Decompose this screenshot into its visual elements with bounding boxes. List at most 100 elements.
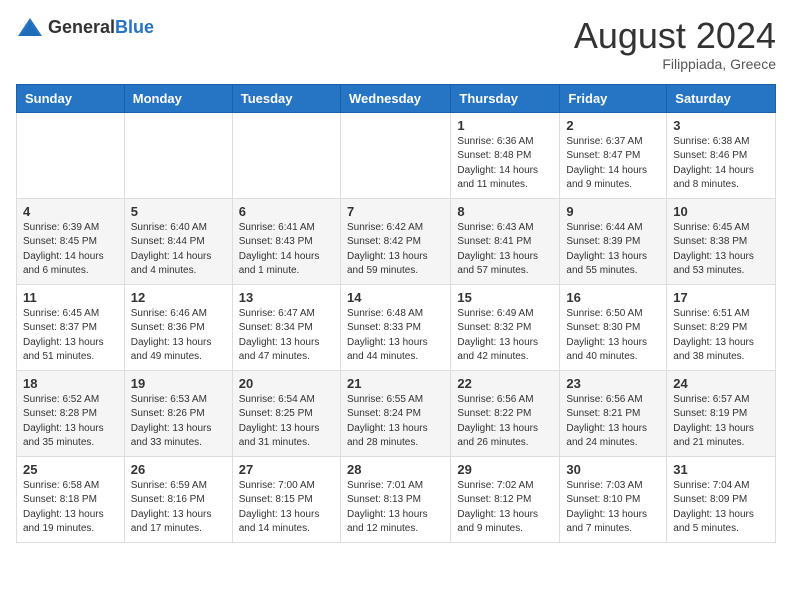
weekday-header-tuesday: Tuesday [232, 84, 340, 112]
calendar-cell: 5 Sunrise: 6:40 AM Sunset: 8:44 PM Daylig… [124, 198, 232, 284]
day-number: 27 [239, 462, 334, 477]
location: Filippiada, Greece [574, 56, 776, 72]
day-info: Sunrise: 6:59 AM Sunset: 8:16 PM Dayligh… [131, 479, 226, 537]
calendar-cell: 23 Sunrise: 6:56 AM Sunset: 8:21 PM Dayli… [560, 370, 667, 456]
calendar-cell: 28 Sunrise: 7:01 AM Sunset: 8:13 PM Dayli… [340, 456, 450, 542]
calendar-cell: 14Sunrise: 6:48 AM Sunset: 8:33 PM Dayli… [340, 284, 450, 370]
day-number: 18 [23, 376, 118, 391]
calendar-cell: 8 Sunrise: 6:43 AM Sunset: 8:41 PM Daylig… [451, 198, 560, 284]
day-number: 25 [23, 462, 118, 477]
day-number: 20 [239, 376, 334, 391]
calendar-cell: 18 Sunrise: 6:52 AM Sunset: 8:28 PM Dayli… [17, 370, 125, 456]
day-info: Sunrise: 6:50 AM Sunset: 8:30 PM Dayligh… [566, 307, 660, 365]
day-number: 16 [566, 290, 660, 305]
day-number: 15 [457, 290, 553, 305]
day-info: Sunrise: 7:02 AM Sunset: 8:12 PM Dayligh… [457, 479, 553, 537]
day-info: Sunrise: 6:37 AM Sunset: 8:47 PM Dayligh… [566, 135, 660, 193]
day-info: Sunrise: 6:51 AM Sunset: 8:29 PM Dayligh… [673, 307, 769, 365]
day-number: 17 [673, 290, 769, 305]
calendar-cell: 24 Sunrise: 6:57 AM Sunset: 8:19 PM Dayli… [667, 370, 776, 456]
day-number: 28 [347, 462, 444, 477]
day-info: Sunrise: 6:38 AM Sunset: 8:46 PM Dayligh… [673, 135, 769, 193]
calendar-cell: 27Sunrise: 7:00 AM Sunset: 8:15 PM Dayli… [232, 456, 340, 542]
title-block: August 2024 Filippiada, Greece [574, 16, 776, 72]
calendar-cell: 19 Sunrise: 6:53 AM Sunset: 8:26 PM Dayli… [124, 370, 232, 456]
weekday-header-monday: Monday [124, 84, 232, 112]
day-number: 2 [566, 118, 660, 133]
day-number: 22 [457, 376, 553, 391]
day-info: Sunrise: 7:01 AM Sunset: 8:13 PM Dayligh… [347, 479, 444, 537]
calendar-cell [340, 112, 450, 198]
calendar-cell: 13Sunrise: 6:47 AM Sunset: 8:34 PM Dayli… [232, 284, 340, 370]
day-number: 23 [566, 376, 660, 391]
day-number: 21 [347, 376, 444, 391]
day-info: Sunrise: 6:55 AM Sunset: 8:24 PM Dayligh… [347, 393, 444, 451]
calendar-cell: 31Sunrise: 7:04 AM Sunset: 8:09 PM Dayli… [667, 456, 776, 542]
day-number: 29 [457, 462, 553, 477]
calendar-week-2: 4Sunrise: 6:39 AM Sunset: 8:45 PM Daylig… [17, 198, 776, 284]
calendar-cell: 26Sunrise: 6:59 AM Sunset: 8:16 PM Dayli… [124, 456, 232, 542]
calendar-cell: 21 Sunrise: 6:55 AM Sunset: 8:24 PM Dayli… [340, 370, 450, 456]
day-info: Sunrise: 6:54 AM Sunset: 8:25 PM Dayligh… [239, 393, 334, 451]
calendar-cell: 30Sunrise: 7:03 AM Sunset: 8:10 PM Dayli… [560, 456, 667, 542]
day-number: 24 [673, 376, 769, 391]
day-info: Sunrise: 6:57 AM Sunset: 8:19 PM Dayligh… [673, 393, 769, 451]
day-info: Sunrise: 6:41 AM Sunset: 8:43 PM Dayligh… [239, 221, 334, 279]
weekday-header-friday: Friday [560, 84, 667, 112]
calendar-cell [17, 112, 125, 198]
calendar-cell [124, 112, 232, 198]
day-info: Sunrise: 6:46 AM Sunset: 8:36 PM Dayligh… [131, 307, 226, 365]
day-info: Sunrise: 6:36 AM Sunset: 8:48 PM Dayligh… [457, 135, 553, 193]
calendar-cell: 1Sunrise: 6:36 AM Sunset: 8:48 PM Daylig… [451, 112, 560, 198]
day-info: Sunrise: 6:56 AM Sunset: 8:22 PM Dayligh… [457, 393, 553, 451]
day-number: 12 [131, 290, 226, 305]
calendar-week-4: 18 Sunrise: 6:52 AM Sunset: 8:28 PM Dayli… [17, 370, 776, 456]
calendar-cell: 15 Sunrise: 6:49 AM Sunset: 8:32 PM Dayli… [451, 284, 560, 370]
day-number: 3 [673, 118, 769, 133]
day-number: 7 [347, 204, 444, 219]
day-info: Sunrise: 6:45 AM Sunset: 8:37 PM Dayligh… [23, 307, 118, 365]
calendar-cell: 3 Sunrise: 6:38 AM Sunset: 8:46 PM Daylig… [667, 112, 776, 198]
calendar-cell: 17 Sunrise: 6:51 AM Sunset: 8:29 PM Dayli… [667, 284, 776, 370]
calendar-cell: 20 Sunrise: 6:54 AM Sunset: 8:25 PM Dayli… [232, 370, 340, 456]
logo-general: General [48, 17, 115, 37]
calendar-week-1: 1Sunrise: 6:36 AM Sunset: 8:48 PM Daylig… [17, 112, 776, 198]
calendar-week-5: 25 Sunrise: 6:58 AM Sunset: 8:18 PM Dayli… [17, 456, 776, 542]
calendar-cell: 4Sunrise: 6:39 AM Sunset: 8:45 PM Daylig… [17, 198, 125, 284]
calendar-cell: 10 Sunrise: 6:45 AM Sunset: 8:38 PM Dayli… [667, 198, 776, 284]
calendar-cell: 22 Sunrise: 6:56 AM Sunset: 8:22 PM Dayli… [451, 370, 560, 456]
calendar-cell: 25 Sunrise: 6:58 AM Sunset: 8:18 PM Dayli… [17, 456, 125, 542]
day-info: Sunrise: 6:43 AM Sunset: 8:41 PM Dayligh… [457, 221, 553, 279]
logo-blue: Blue [115, 17, 154, 37]
day-info: Sunrise: 6:58 AM Sunset: 8:18 PM Dayligh… [23, 479, 118, 537]
day-info: Sunrise: 6:39 AM Sunset: 8:45 PM Dayligh… [23, 221, 118, 279]
day-info: Sunrise: 6:45 AM Sunset: 8:38 PM Dayligh… [673, 221, 769, 279]
weekday-header-wednesday: Wednesday [340, 84, 450, 112]
calendar-cell: 11 Sunrise: 6:45 AM Sunset: 8:37 PM Dayli… [17, 284, 125, 370]
calendar-week-3: 11 Sunrise: 6:45 AM Sunset: 8:37 PM Dayli… [17, 284, 776, 370]
day-number: 31 [673, 462, 769, 477]
day-info: Sunrise: 6:53 AM Sunset: 8:26 PM Dayligh… [131, 393, 226, 451]
day-info: Sunrise: 6:47 AM Sunset: 8:34 PM Dayligh… [239, 307, 334, 365]
calendar-cell: 12 Sunrise: 6:46 AM Sunset: 8:36 PM Dayli… [124, 284, 232, 370]
day-info: Sunrise: 6:40 AM Sunset: 8:44 PM Dayligh… [131, 221, 226, 279]
day-number: 8 [457, 204, 553, 219]
weekday-header-row: SundayMondayTuesdayWednesdayThursdayFrid… [17, 84, 776, 112]
day-info: Sunrise: 6:44 AM Sunset: 8:39 PM Dayligh… [566, 221, 660, 279]
day-info: Sunrise: 6:56 AM Sunset: 8:21 PM Dayligh… [566, 393, 660, 451]
calendar-cell: 7 Sunrise: 6:42 AM Sunset: 8:42 PM Daylig… [340, 198, 450, 284]
day-number: 19 [131, 376, 226, 391]
calendar-cell: 16 Sunrise: 6:50 AM Sunset: 8:30 PM Dayli… [560, 284, 667, 370]
day-info: Sunrise: 6:49 AM Sunset: 8:32 PM Dayligh… [457, 307, 553, 365]
day-info: Sunrise: 6:52 AM Sunset: 8:28 PM Dayligh… [23, 393, 118, 451]
day-number: 5 [131, 204, 226, 219]
day-info: Sunrise: 6:42 AM Sunset: 8:42 PM Dayligh… [347, 221, 444, 279]
logo: GeneralBlue [16, 16, 154, 38]
calendar-cell: 6Sunrise: 6:41 AM Sunset: 8:43 PM Daylig… [232, 198, 340, 284]
day-info: Sunrise: 7:03 AM Sunset: 8:10 PM Dayligh… [566, 479, 660, 537]
day-number: 10 [673, 204, 769, 219]
weekday-header-thursday: Thursday [451, 84, 560, 112]
day-number: 11 [23, 290, 118, 305]
calendar-cell: 9Sunrise: 6:44 AM Sunset: 8:39 PM Daylig… [560, 198, 667, 284]
page-header: GeneralBlue August 2024 Filippiada, Gree… [16, 16, 776, 72]
